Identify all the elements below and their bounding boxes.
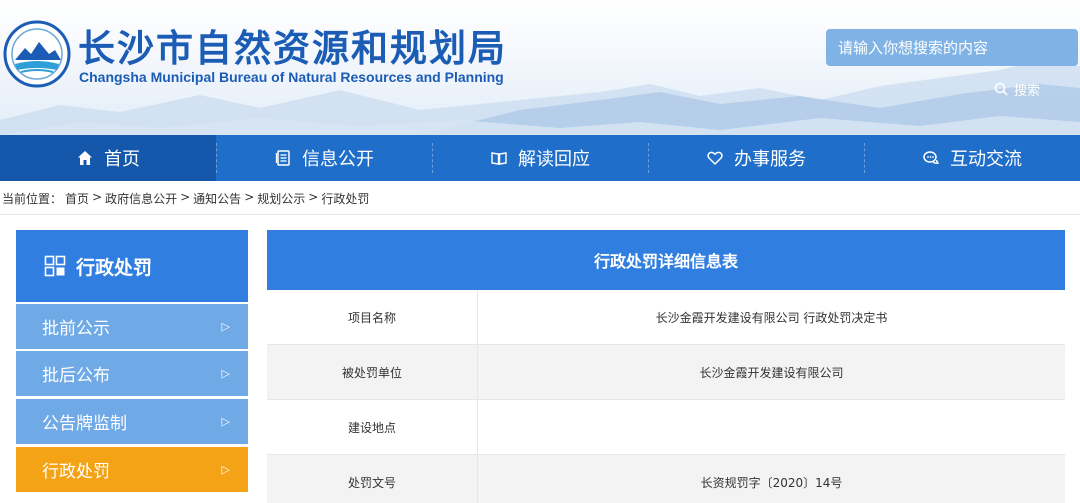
sidebar-title: 行政处罚	[76, 256, 153, 279]
chat-icon	[923, 151, 940, 165]
triangle-right-icon: ▷	[221, 415, 230, 428]
search-input[interactable]	[826, 29, 1078, 66]
heart-icon	[707, 151, 723, 166]
table-row: 建设地点	[267, 400, 1065, 455]
main-nav: 首页 信息公开 解读回应 办事服务 互动交流	[0, 135, 1080, 181]
search-button[interactable]: 搜索	[994, 76, 1040, 102]
table-row: 项目名称 长沙金霞开发建设有限公司 行政处罚决定书	[267, 290, 1065, 345]
sidebar-item-post-approval[interactable]: 批后公布 ▷	[16, 351, 248, 396]
triangle-right-icon: ▷	[221, 367, 230, 380]
sidebar-item-label: 批后公布	[42, 366, 110, 386]
row-value	[478, 400, 1065, 454]
book-icon	[491, 152, 507, 165]
nav-label: 互动交流	[950, 149, 1022, 170]
table-row: 被处罚单位 长沙金霞开发建设有限公司	[267, 345, 1065, 400]
breadcrumb-separator: >	[180, 190, 191, 204]
document-icon	[275, 150, 290, 166]
sidebar-item-label: 公告牌监制	[42, 414, 127, 434]
row-label: 建设地点	[267, 400, 478, 454]
breadcrumb-separator: >	[244, 190, 255, 204]
row-value: 长沙金霞开发建设有限公司	[699, 365, 844, 380]
row-label: 处罚文号	[267, 455, 478, 503]
nav-item-interact[interactable]: 互动交流	[864, 135, 1080, 181]
row-label: 被处罚单位	[267, 345, 478, 399]
breadcrumb: 当前位置： 首页 > 政府信息公开 > 通知公告 > 规划公示 > 行政处罚	[2, 190, 372, 207]
sidebar-header: 行政处罚	[16, 230, 248, 302]
sidebar-item-penalty[interactable]: 行政处罚 ▷	[16, 447, 248, 492]
row-value: 长沙金霞开发建设有限公司 行政处罚决定书	[655, 310, 888, 325]
search-icon	[994, 82, 1008, 96]
breadcrumb-item-notices[interactable]: 通知公告	[193, 190, 241, 207]
home-icon	[78, 151, 92, 165]
nav-item-interpret[interactable]: 解读回应	[432, 135, 648, 181]
triangle-right-icon: ▷	[221, 320, 230, 333]
breadcrumb-item-gov-info[interactable]: 政府信息公开	[105, 190, 177, 207]
row-label: 项目名称	[267, 290, 478, 344]
breadcrumb-item-penalty[interactable]: 行政处罚	[321, 190, 369, 207]
breadcrumb-item-home[interactable]: 首页	[65, 190, 89, 207]
breadcrumb-item-planning[interactable]: 规划公示	[257, 190, 305, 207]
grid-icon	[44, 255, 66, 277]
sidebar-item-label: 批前公示	[42, 319, 110, 339]
row-value: 长资规罚字〔2020〕14号	[700, 475, 843, 490]
triangle-right-icon: ▷	[221, 463, 230, 476]
table-row: 处罚文号 长资规罚字〔2020〕14号	[267, 455, 1065, 503]
site-subtitle: Changsha Municipal Bureau of Natural Res…	[79, 69, 504, 85]
sidebar-item-label: 行政处罚	[42, 462, 110, 482]
sidebar-item-billboard[interactable]: 公告牌监制 ▷	[16, 399, 248, 444]
nav-item-home[interactable]: 首页	[0, 135, 216, 181]
breadcrumb-separator: >	[308, 190, 319, 204]
detail-table-title: 行政处罚详细信息表	[267, 230, 1065, 290]
nav-label: 办事服务	[734, 149, 806, 170]
breadcrumb-prefix: 当前位置：	[2, 192, 63, 206]
search-button-label: 搜索	[1014, 83, 1041, 99]
nav-item-info[interactable]: 信息公开	[216, 135, 432, 181]
nav-item-services[interactable]: 办事服务	[648, 135, 864, 181]
nav-label: 首页	[104, 149, 140, 170]
site-header: 长沙市自然资源和规划局 Changsha Municipal Bureau of…	[0, 0, 1080, 135]
site-title: 长沙市自然资源和规划局	[78, 27, 507, 70]
nav-label: 解读回应	[518, 149, 590, 170]
sidebar-item-pre-approval[interactable]: 批前公示 ▷	[16, 304, 248, 349]
bureau-logo	[3, 20, 71, 88]
breadcrumb-separator: >	[92, 190, 103, 204]
nav-label: 信息公开	[302, 149, 374, 170]
